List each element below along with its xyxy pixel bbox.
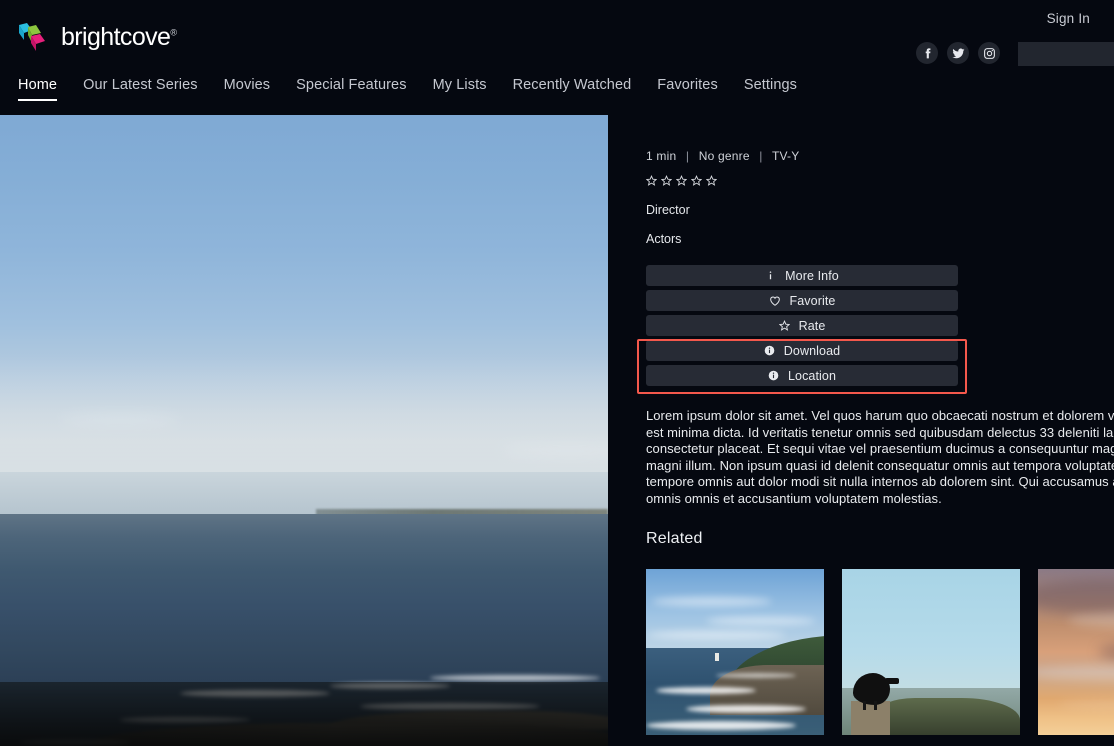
cloud <box>652 596 772 606</box>
video-rating-code: TV-Y <box>771 149 800 163</box>
primary-nav: Home Our Latest Series Movies Special Fe… <box>0 76 1114 115</box>
info-circle-icon <box>768 370 779 381</box>
star-icon[interactable] <box>676 175 687 186</box>
nav-label: Settings <box>743 77 798 93</box>
instagram-icon[interactable] <box>978 42 1000 64</box>
thumb-crow-leg <box>863 701 867 710</box>
action-label: Download <box>783 343 841 358</box>
info-circle-icon <box>764 345 775 356</box>
thumb-crow-beak <box>884 678 899 684</box>
app-root: Sign In brightcove® Home Our Latest Seri… <box>0 0 1114 746</box>
sign-in-link[interactable]: Sign In <box>1047 11 1090 26</box>
surf <box>656 686 756 694</box>
surf <box>716 672 796 678</box>
cloud <box>706 616 816 625</box>
main-content: 1 min | No genre | TV-Y Director Actors <box>0 115 1114 746</box>
thumb-post <box>850 701 891 735</box>
video-description: Lorem ipsum dolor sit amet. Vel quos har… <box>646 408 1114 506</box>
location-button[interactable]: Location <box>646 365 958 386</box>
related-thumbnail-2[interactable] <box>842 568 1020 735</box>
nav-item-our-latest-series[interactable]: Our Latest Series <box>70 76 211 94</box>
actors-label: Actors <box>646 232 682 246</box>
video-genre: No genre <box>698 149 750 163</box>
thumb-headland <box>874 698 1020 735</box>
nav-item-my-lists[interactable]: My Lists <box>420 76 500 94</box>
video-duration: 1 min <box>646 149 677 163</box>
nav-item-movies[interactable]: Movies <box>211 76 284 94</box>
nav-item-settings[interactable]: Settings <box>731 76 810 94</box>
thumb-lighthouse <box>715 653 720 662</box>
star-icon[interactable] <box>706 175 717 186</box>
favorite-button[interactable]: Favorite <box>646 290 958 311</box>
search-input[interactable] <box>1018 42 1114 66</box>
brightcove-logo-icon <box>19 23 45 51</box>
twitter-icon[interactable] <box>947 42 969 64</box>
meta-separator: | <box>759 149 763 163</box>
cloud <box>1038 578 1114 615</box>
action-button-list: More Info Favorite Rate Download Locatio… <box>637 265 967 394</box>
facebook-icon[interactable] <box>916 42 938 64</box>
video-foreground-shadow <box>0 682 608 746</box>
star-icon[interactable] <box>691 175 702 186</box>
more-info-button[interactable]: More Info <box>646 265 958 286</box>
wave <box>430 675 600 681</box>
surf <box>646 720 796 730</box>
nav-label: Our Latest Series <box>83 77 198 93</box>
action-label: Rate <box>798 318 826 333</box>
nav-active-underline <box>18 99 58 101</box>
star-icon[interactable] <box>661 175 672 186</box>
nav-item-home[interactable]: Home <box>18 76 70 101</box>
star-icon <box>778 320 790 331</box>
nav-item-special-features[interactable]: Special Features <box>283 76 419 94</box>
cloud <box>646 630 786 639</box>
nav-label: My Lists <box>432 77 487 93</box>
video-frame <box>0 115 608 746</box>
info-icon <box>765 270 776 281</box>
related-section-title: Related <box>646 529 703 547</box>
social-links <box>916 42 1000 64</box>
heart-icon <box>769 295 781 307</box>
star-icon[interactable] <box>646 175 657 186</box>
related-list <box>646 568 1114 735</box>
action-label: Favorite <box>789 293 836 308</box>
site-header: Sign In brightcove® <box>0 0 1114 76</box>
action-label: More Info <box>785 268 839 283</box>
brightcove-wordmark: brightcove® <box>61 22 177 51</box>
nav-item-recently-watched[interactable]: Recently Watched <box>500 76 645 94</box>
related-thumbnail-1[interactable] <box>646 568 824 735</box>
video-meta: 1 min | No genre | TV-Y <box>646 149 1114 163</box>
rate-button[interactable]: Rate <box>646 315 958 336</box>
nav-label: Home <box>18 77 58 93</box>
download-button[interactable]: Download <box>646 340 958 361</box>
meta-separator: | <box>685 149 690 163</box>
nav-label: Favorites <box>657 77 718 93</box>
brightcove-logo[interactable]: brightcove® <box>18 22 177 52</box>
cloud <box>1038 664 1114 681</box>
nav-label: Special Features <box>296 77 407 93</box>
thumb-crow-leg <box>874 701 877 710</box>
nav-label: Movies <box>223 77 271 93</box>
video-player[interactable] <box>0 115 608 746</box>
related-thumbnail-3[interactable] <box>1038 568 1114 735</box>
nav-item-favorites[interactable]: Favorites <box>644 76 731 94</box>
action-label: Location <box>787 368 837 383</box>
rating-stars[interactable] <box>646 175 1114 186</box>
director-label: Director <box>646 203 690 217</box>
video-details-panel: 1 min | No genre | TV-Y Director Actors <box>608 115 1114 735</box>
nav-label: Recently Watched <box>512 77 632 93</box>
surf <box>686 704 806 713</box>
